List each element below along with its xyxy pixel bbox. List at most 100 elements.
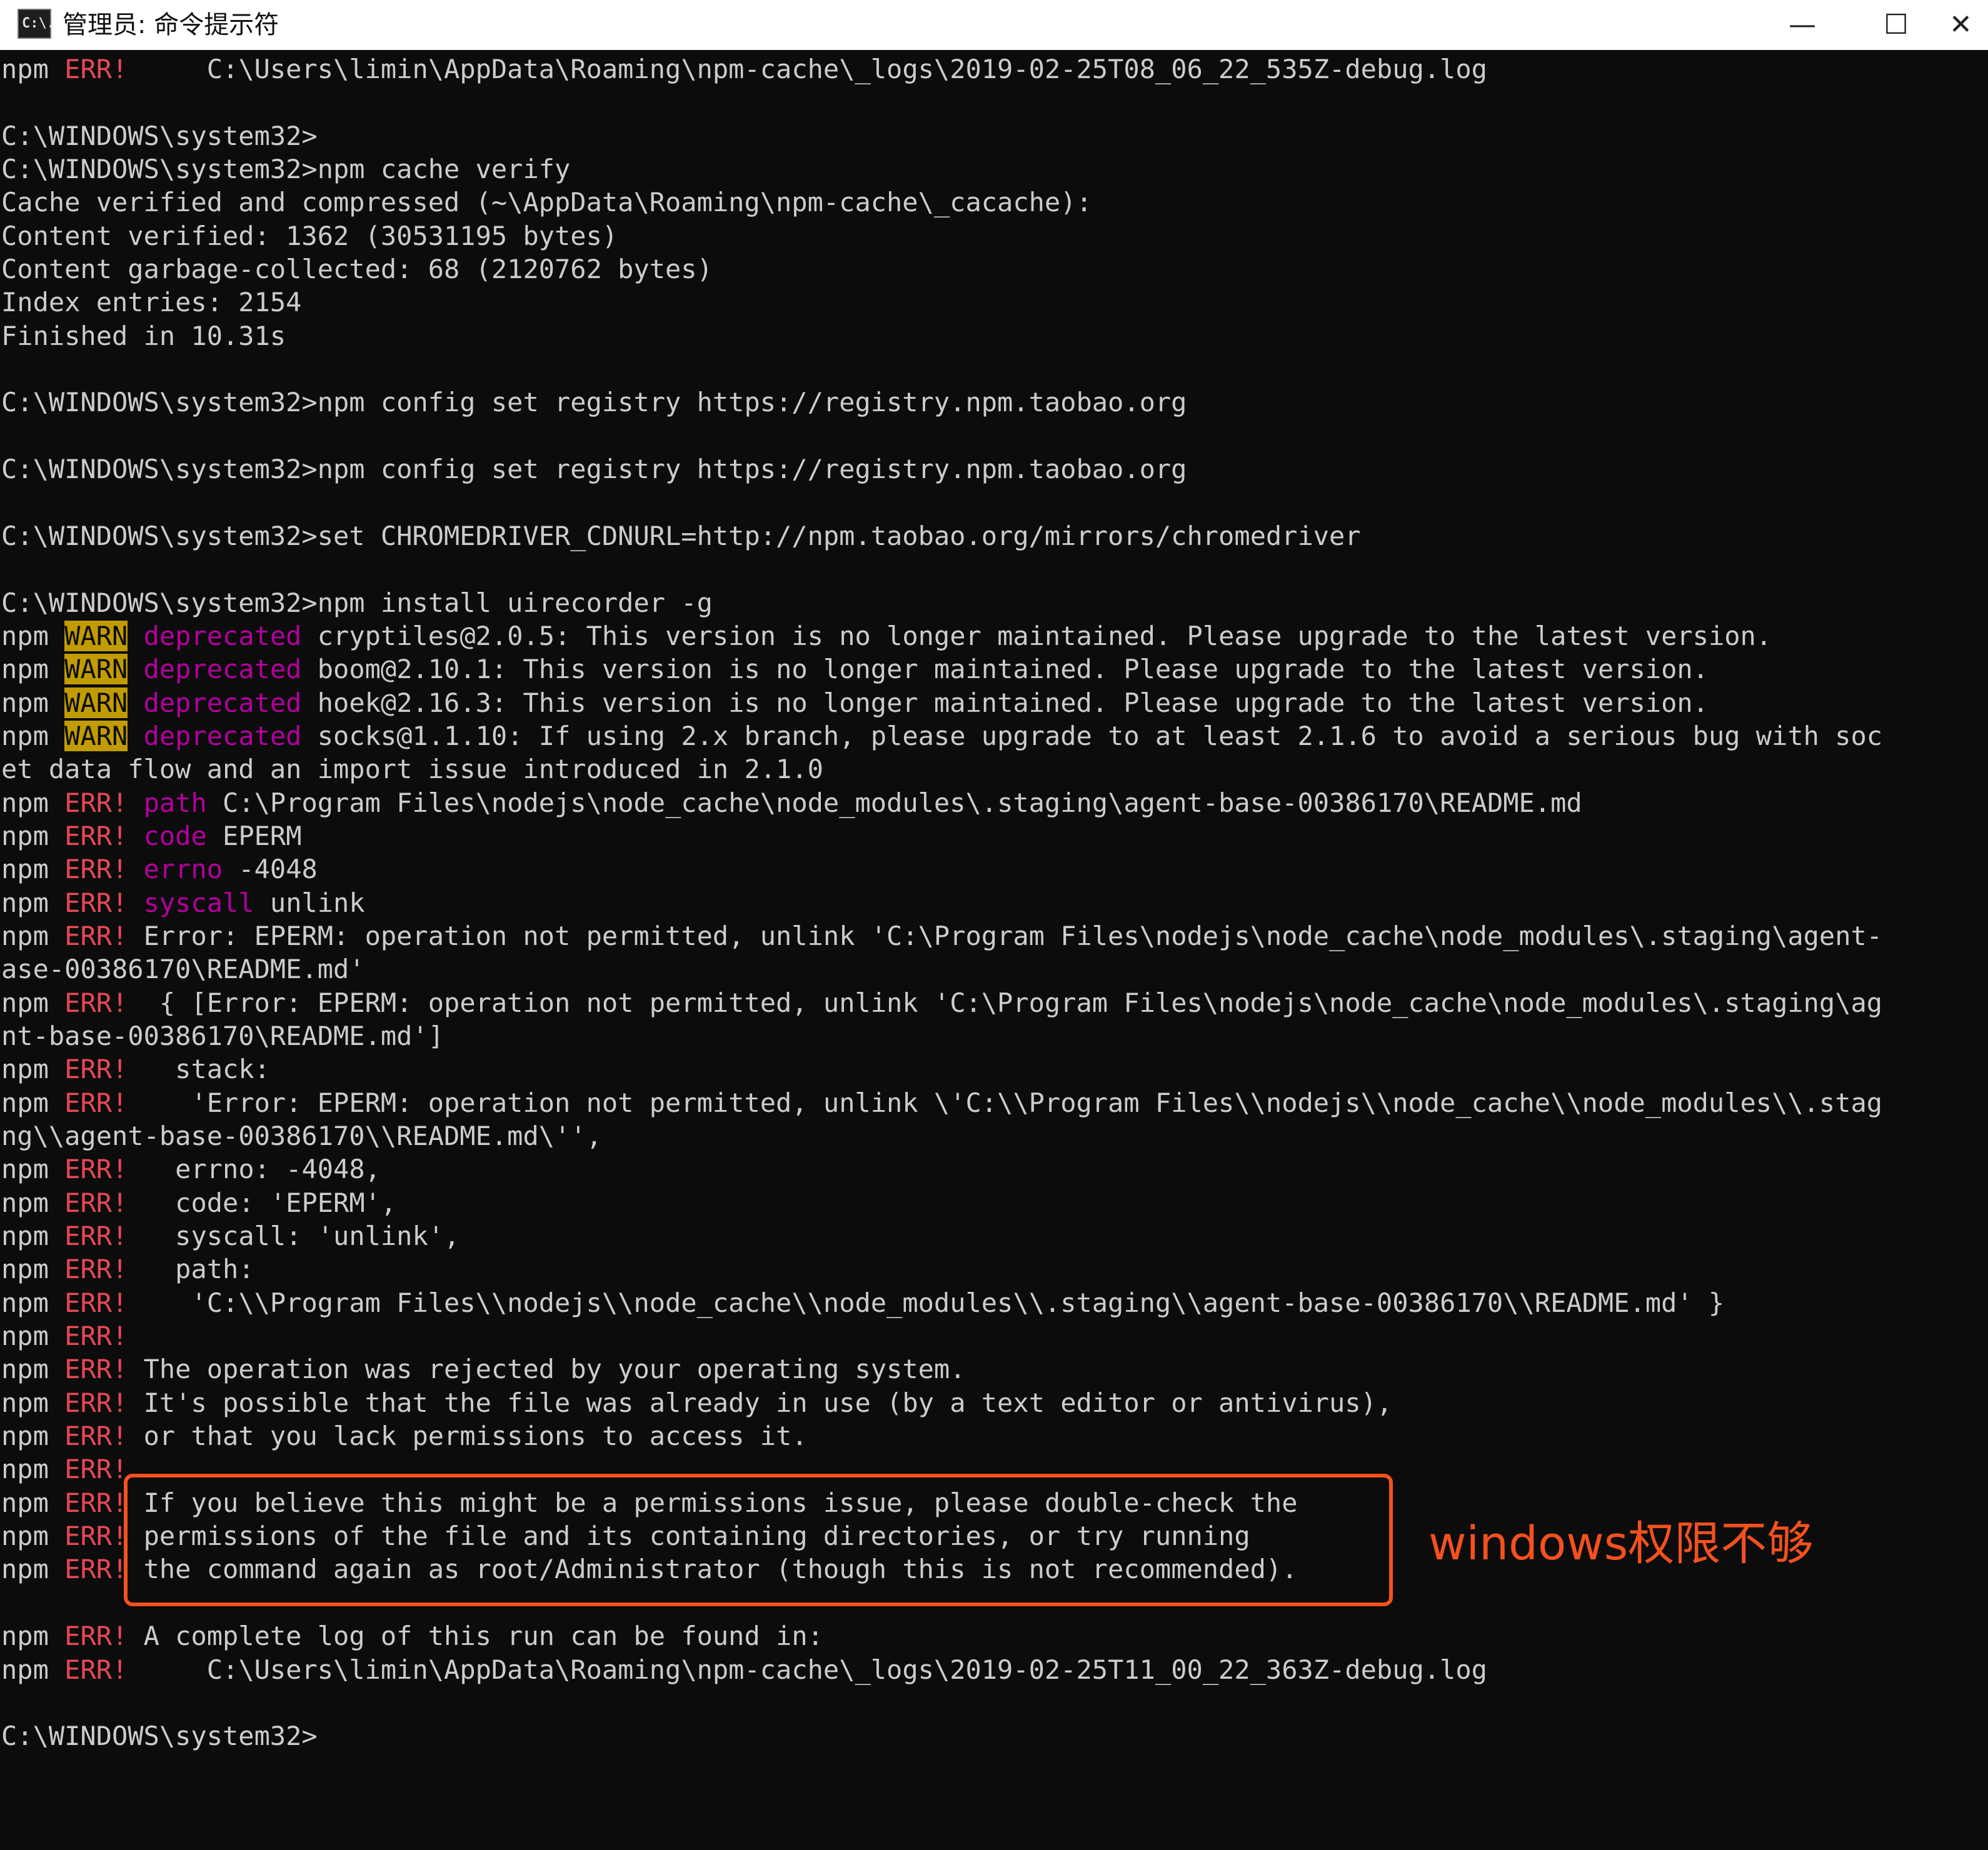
console-text: Cache verified and compressed (~\AppData… xyxy=(1,187,1092,218)
console-text: socks@1.1.10: If using 2.x branch, pleas… xyxy=(301,720,1883,751)
console-line: npm ERR! A complete log of this run can … xyxy=(0,1619,1988,1652)
console-text: npm xyxy=(1,1454,65,1485)
console-text: C:\WINDOWS\system32>npm cache verify xyxy=(1,154,571,185)
warn-label: WARN xyxy=(64,720,128,751)
console-line: ase-00386170\README.md' xyxy=(0,952,1988,986)
console-text: npm xyxy=(1,1187,65,1218)
console-text: code: 'EPERM', xyxy=(128,1187,397,1218)
console-text: C:\WINDOWS\system32>npm config set regis… xyxy=(1,454,1187,485)
warn-label: WARN xyxy=(64,654,128,685)
console-text: nt-base-00386170\README.md'] xyxy=(1,1020,444,1051)
console-line: Finished in 10.31s xyxy=(0,319,1988,352)
console-text: errno: -4048, xyxy=(128,1154,381,1185)
console-text: npm xyxy=(1,1054,65,1085)
console-line: npm WARN deprecated boom@2.10.1: This ve… xyxy=(0,652,1988,686)
err-label: ERR! xyxy=(64,54,128,84)
maximize-button[interactable]: ☐ xyxy=(1855,0,1937,50)
console-text: Index entries: 2154 xyxy=(1,287,302,318)
console-line: Content garbage-collected: 68 (2120762 b… xyxy=(0,252,1988,286)
err-label: ERR! xyxy=(64,1087,128,1118)
console-text: Finished in 10.31s xyxy=(1,320,286,351)
console-text: npm xyxy=(1,1621,65,1652)
console-text: npm xyxy=(1,620,65,651)
console-line: C:\WINDOWS\system32>npm config set regis… xyxy=(0,386,1988,419)
err-label: ERR! xyxy=(64,1354,128,1385)
console-line: npm ERR! { [Error: EPERM: operation not … xyxy=(0,986,1988,1019)
console-text: EPERM xyxy=(206,820,302,851)
command-prompt-window: C:\. 管理员: 命令提示符 — ☐ ✕ npm ERR! C:\Users\… xyxy=(0,0,1988,1850)
console-text: C:\WINDOWS\system32>set CHROMEDRIVER_CDN… xyxy=(1,520,1361,551)
console-text: C:\Users\limin\AppData\Roaming\npm-cache… xyxy=(128,1654,1487,1685)
console-line: ng\\agent-base-00386170\\README.md\'', xyxy=(0,1119,1988,1152)
console-text: cryptiles@2.0.5: This version is no long… xyxy=(301,620,1772,651)
err-label: ERR! xyxy=(64,1054,128,1085)
console-text: npm xyxy=(1,854,65,885)
console-text: npm xyxy=(1,820,65,851)
deprecated-label: deprecated xyxy=(143,687,302,718)
console-line: C:\WINDOWS\system32> xyxy=(0,119,1988,152)
err-label: ERR! xyxy=(64,1254,128,1285)
console-text: C:\Program Files\nodejs\node_cache\node_… xyxy=(206,787,1582,818)
err-label: ERR! xyxy=(64,854,128,885)
err-label: ERR! xyxy=(64,1221,128,1252)
close-button[interactable]: ✕ xyxy=(1949,0,1988,50)
console-text: { [Error: EPERM: operation not permitted… xyxy=(128,987,1883,1018)
err-label: ERR! xyxy=(64,1421,128,1452)
console-line: npm ERR! code EPERM xyxy=(0,819,1988,852)
console-line: npm ERR! path: xyxy=(0,1252,1988,1286)
window-title: 管理员: 命令提示符 xyxy=(63,11,279,39)
console-text: 'C:\\Program Files\\nodejs\\node_cache\\… xyxy=(128,1287,1725,1318)
console-line: nt-base-00386170\README.md'] xyxy=(0,1019,1988,1052)
console-text: npm xyxy=(1,1321,65,1352)
console-text: npm xyxy=(1,687,65,718)
console-text: ase-00386170\README.md' xyxy=(1,954,365,985)
warn-label: WARN xyxy=(64,620,128,651)
console-text: C:\WINDOWS\system32> xyxy=(1,1721,318,1752)
console-line: Cache verified and compressed (~\AppData… xyxy=(0,186,1988,219)
console-text: Content verified: 1362 (30531195 bytes) xyxy=(1,220,618,251)
annotation-highlight-box xyxy=(124,1474,1393,1606)
console-text: npm xyxy=(1,987,65,1018)
console-text: npm xyxy=(1,920,65,951)
console-text: stack: xyxy=(128,1054,270,1085)
err-label: ERR! xyxy=(64,887,128,918)
err-label: ERR! xyxy=(64,1621,128,1652)
console-text: npm xyxy=(1,887,65,918)
console-text: npm xyxy=(1,54,65,84)
err-label: ERR! xyxy=(64,1187,128,1218)
deprecated-label: deprecated xyxy=(143,620,302,651)
err-label: ERR! xyxy=(64,1387,128,1418)
minimize-button[interactable]: — xyxy=(1762,0,1843,50)
console-text: npm xyxy=(1,720,65,751)
err-label: ERR! xyxy=(64,1654,128,1685)
deprecated-label: deprecated xyxy=(143,720,302,751)
console-text: npm xyxy=(1,1254,65,1285)
console-text: npm xyxy=(1,1487,65,1518)
console-line: C:\WINDOWS\system32>npm cache verify xyxy=(0,152,1988,186)
console-line: npm ERR! errno: -4048, xyxy=(0,1152,1988,1186)
warn-label: WARN xyxy=(64,687,128,718)
console-text: unlink xyxy=(254,887,365,918)
console-line: Index entries: 2154 xyxy=(0,286,1988,319)
console-text: C:\Users\limin\AppData\Roaming\npm-cache… xyxy=(128,54,1487,84)
console-line: C:\WINDOWS\system32>set CHROMEDRIVER_CDN… xyxy=(0,519,1988,552)
console-text: C:\WINDOWS\system32>npm install uirecord… xyxy=(1,587,713,618)
deprecated-label: deprecated xyxy=(143,654,302,685)
console-text: et data flow and an import issue introdu… xyxy=(1,754,823,785)
error-key-label: errno xyxy=(143,854,223,885)
title-bar[interactable]: C:\. 管理员: 命令提示符 — ☐ ✕ xyxy=(0,0,1988,50)
console-line: C:\WINDOWS\system32> xyxy=(0,1719,1988,1752)
console-text: Content garbage-collected: 68 (2120762 b… xyxy=(1,254,713,285)
console-line: npm ERR! errno -4048 xyxy=(0,852,1988,886)
console-line: npm WARN deprecated socks@1.1.10: If usi… xyxy=(0,719,1988,752)
